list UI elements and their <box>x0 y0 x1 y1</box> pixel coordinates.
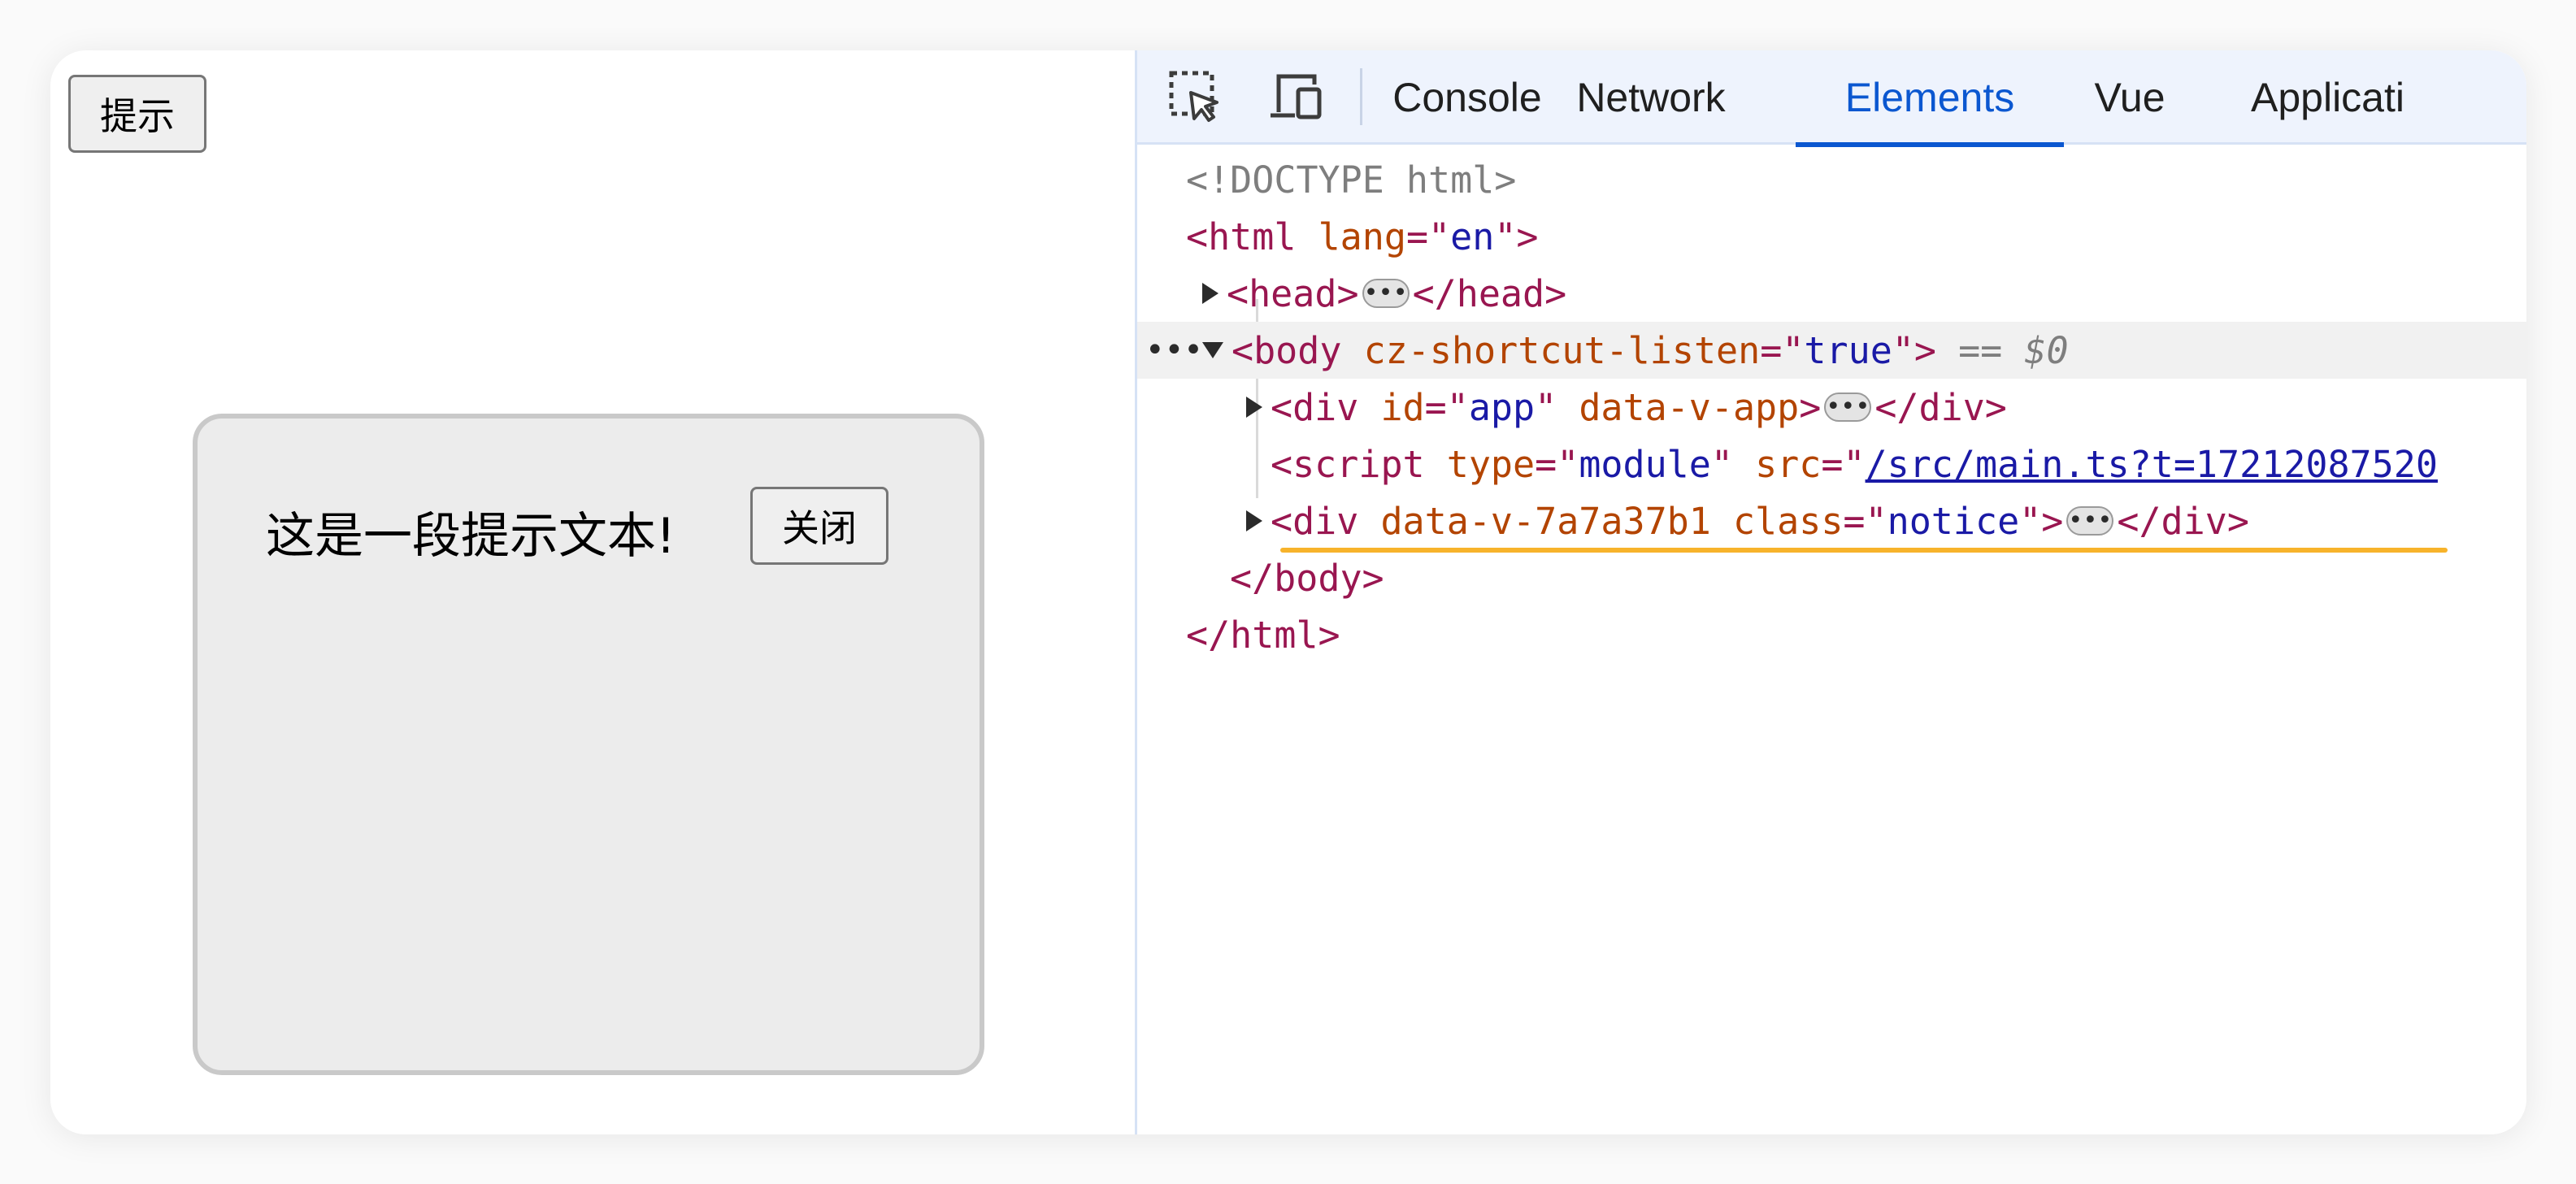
dom-line-html[interactable]: <html lang =" en " > <box>1137 208 2526 265</box>
collapsed-ellipsis-icon[interactable]: ••• <box>2066 506 2114 536</box>
page-viewport: 提示 这是一段提示文本! 关闭 <box>50 50 1135 1134</box>
tab-console[interactable]: Console <box>1386 50 1549 145</box>
device-toolbar-icon[interactable] <box>1267 68 1324 125</box>
collapse-triangle-icon[interactable] <box>1202 342 1223 358</box>
devtools-toolbar: Console Network Elements Vue Applicati <box>1137 50 2526 147</box>
collapsed-ellipsis-icon[interactable]: ••• <box>1824 392 1872 422</box>
devtools-panel: Console Network Elements Vue Applicati <… <box>1137 50 2526 1134</box>
element-picker-icon[interactable] <box>1166 68 1223 125</box>
browser-window: 提示 这是一段提示文本! 关闭 Console Network Elements <box>50 50 2526 1134</box>
dom-line-script[interactable]: <script type =" module " src ="/src/main.ts?… <box>1137 436 2526 492</box>
tab-application[interactable]: Applicati <box>2235 50 2526 145</box>
expand-triangle-icon[interactable] <box>1246 397 1262 418</box>
dom-line-head[interactable]: <head> ••• </head> <box>1137 265 2526 322</box>
notice-text: 这是一段提示文本! <box>266 508 676 565</box>
expand-triangle-icon[interactable] <box>1202 283 1218 304</box>
tab-vue[interactable]: Vue <box>2069 50 2191 145</box>
close-button[interactable]: 关闭 <box>750 487 888 565</box>
script-src-link[interactable]: /src/main.ts?t=17212087520 <box>1866 443 2438 486</box>
expand-triangle-icon[interactable] <box>1246 510 1262 531</box>
dom-line-html-close[interactable]: </html> <box>1137 606 2526 663</box>
dom-line-body[interactable]: ••• <body cz-shortcut-listen =" true " > == … <box>1137 322 2526 379</box>
dom-line-div-notice[interactable]: <div data-v-7a7a37b1 class =" notice " > •••… <box>1137 492 2526 549</box>
selected-element-marker: == $0 <box>1958 328 2069 372</box>
tab-network[interactable]: Network <box>1557 50 1744 145</box>
dom-line-div-app[interactable]: <div id =" app " data-v-app > ••• </div> <box>1137 379 2526 436</box>
dom-tree: <!DOCTYPE html> <html lang =" en " > <head> … <box>1137 145 2526 1134</box>
toolbar-separator <box>1360 68 1362 125</box>
dom-line-doctype[interactable]: <!DOCTYPE html> <box>1137 151 2526 208</box>
more-actions-icon[interactable]: ••• <box>1145 322 1203 379</box>
collapsed-ellipsis-icon[interactable]: ••• <box>1362 279 1410 308</box>
dom-line-body-close[interactable]: </body> <box>1137 549 2526 606</box>
notice-box: 这是一段提示文本! 关闭 <box>193 414 984 1075</box>
tab-elements[interactable]: Elements <box>1796 50 2064 147</box>
hint-button[interactable]: 提示 <box>68 75 206 153</box>
